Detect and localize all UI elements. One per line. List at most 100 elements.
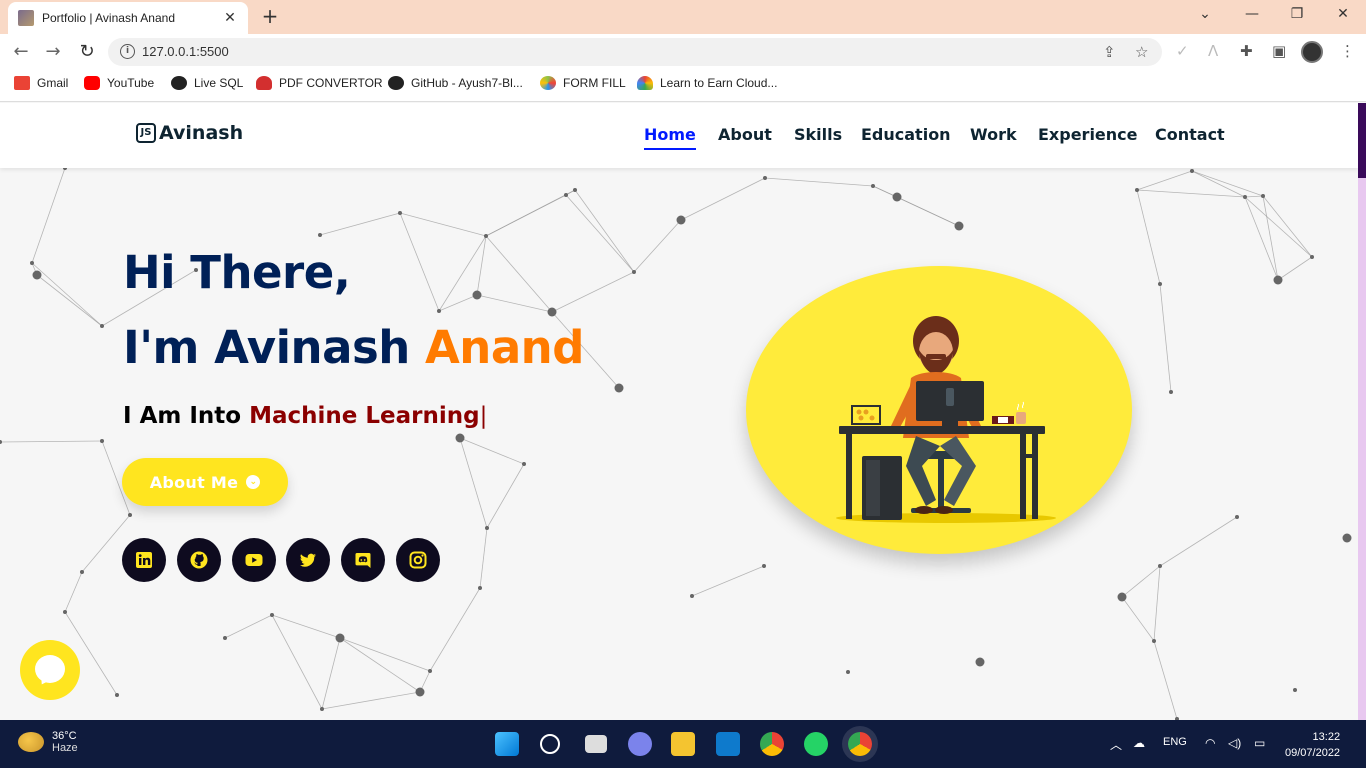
- extension-a-icon[interactable]: Λ: [1208, 42, 1218, 60]
- teams-chat-icon[interactable]: [628, 732, 652, 756]
- network-line: [36, 274, 103, 327]
- network-node: [1169, 390, 1173, 394]
- site-logo[interactable]: JS Avinash: [136, 122, 243, 144]
- network-line: [633, 219, 682, 273]
- github-icon: [388, 76, 404, 90]
- reload-icon[interactable]: ↻: [76, 42, 98, 62]
- network-line: [321, 691, 421, 710]
- browser-tab[interactable]: Portfolio | Avinash Anand ✕: [8, 2, 248, 34]
- typed-text: Machine Learning: [249, 403, 480, 429]
- search-icon[interactable]: [540, 734, 560, 754]
- new-tab-icon[interactable]: +: [258, 6, 282, 26]
- chat-widget-button[interactable]: [20, 640, 80, 700]
- wifi-icon[interactable]: ◠: [1205, 736, 1215, 750]
- volume-icon[interactable]: ◁): [1228, 736, 1241, 750]
- close-tab-icon[interactable]: ✕: [222, 10, 238, 26]
- network-node: [63, 168, 67, 170]
- network-line: [1262, 195, 1313, 258]
- about-me-button[interactable]: About Me ⌄: [122, 458, 288, 506]
- network-node: [1273, 275, 1283, 285]
- extensions-puzzle-icon[interactable]: ✚: [1240, 42, 1253, 60]
- task-view-icon[interactable]: [585, 735, 607, 753]
- nav-contact[interactable]: Contact: [1155, 125, 1225, 144]
- network-node: [522, 462, 526, 466]
- network-line: [476, 294, 553, 313]
- scrollbar-thumb[interactable]: [1358, 103, 1366, 178]
- bookmark-gmail[interactable]: Gmail: [14, 76, 68, 90]
- network-line: [399, 212, 487, 237]
- bookmark-pdf-convertor[interactable]: PDF CONVERTOR: [256, 76, 383, 90]
- page-scrollbar[interactable]: [1358, 103, 1366, 720]
- file-explorer-icon[interactable]: [671, 732, 695, 756]
- nav-about[interactable]: About: [718, 125, 772, 144]
- windows-start-icon[interactable]: [495, 732, 519, 756]
- profile-avatar[interactable]: [1301, 41, 1323, 63]
- chrome-active-icon[interactable]: [848, 732, 872, 756]
- pinwheel-icon: [540, 76, 556, 90]
- network-line: [64, 571, 83, 613]
- menu-kebab-icon[interactable]: ⋮: [1340, 42, 1355, 60]
- close-window-icon[interactable]: ✕: [1328, 6, 1358, 22]
- nav-work[interactable]: Work: [970, 125, 1017, 144]
- google-cloud-icon: [637, 76, 653, 90]
- network-line: [1159, 516, 1238, 567]
- network-node: [1310, 255, 1314, 259]
- network-node: [1190, 169, 1194, 173]
- whatsapp-icon[interactable]: [804, 732, 828, 756]
- bookmark-form-fill[interactable]: FORM FILL: [540, 76, 626, 90]
- network-node: [1235, 515, 1239, 519]
- instagram-link[interactable]: [396, 538, 440, 582]
- tab-search-chevron-icon[interactable]: ⌄: [1190, 6, 1220, 22]
- restore-icon[interactable]: ❐: [1282, 6, 1312, 22]
- twitter-link[interactable]: [286, 538, 330, 582]
- share-icon[interactable]: ⇪: [1103, 43, 1116, 61]
- check-extension-icon[interactable]: ✓: [1176, 42, 1189, 60]
- discord-icon: [355, 553, 371, 568]
- network-line: [1244, 196, 1279, 281]
- bookmark-label: GitHub - Ayush7-Bl...: [411, 76, 523, 90]
- network-line: [486, 463, 525, 529]
- nav-home[interactable]: Home: [644, 125, 696, 150]
- linkedin-icon: [136, 552, 152, 568]
- back-icon[interactable]: ←: [10, 42, 32, 62]
- network-line: [339, 637, 421, 693]
- network-line: [1191, 170, 1264, 197]
- site-info-icon[interactable]: i: [120, 44, 135, 59]
- chrome-icon[interactable]: [760, 732, 784, 756]
- vscode-icon[interactable]: [716, 732, 740, 756]
- youtube-link[interactable]: [232, 538, 276, 582]
- logo-text: Avinash: [159, 122, 244, 144]
- language-indicator[interactable]: ENG: [1163, 736, 1187, 748]
- side-panel-icon[interactable]: ▣: [1272, 42, 1286, 60]
- network-node: [846, 670, 850, 674]
- nav-education[interactable]: Education: [861, 125, 951, 144]
- network-node: [547, 307, 557, 317]
- address-bar[interactable]: i 127.0.0.1:5500 ⇪ ☆: [108, 38, 1162, 66]
- network-line: [691, 565, 765, 597]
- network-node: [100, 324, 104, 328]
- nav-skills[interactable]: Skills: [794, 125, 842, 144]
- network-line: [1244, 195, 1264, 198]
- discord-link[interactable]: [341, 538, 385, 582]
- forward-icon[interactable]: →: [42, 42, 64, 62]
- bookmark-learn-to-earn[interactable]: Learn to Earn Cloud...: [637, 76, 777, 90]
- onedrive-cloud-icon[interactable]: ☁: [1133, 736, 1145, 750]
- network-line: [680, 177, 766, 221]
- network-node: [1293, 688, 1297, 692]
- weather-widget[interactable]: 36°C Haze: [18, 730, 78, 754]
- network-line: [224, 614, 273, 639]
- battery-icon[interactable]: ▭: [1254, 736, 1265, 750]
- nav-experience[interactable]: Experience: [1038, 125, 1138, 144]
- bookmark-live-sql[interactable]: Live SQL: [171, 76, 243, 90]
- system-clock[interactable]: 13:22 09/07/2022: [1285, 729, 1340, 761]
- minimize-icon[interactable]: —: [1237, 6, 1267, 22]
- bookmark-github[interactable]: GitHub - Ayush7-Bl...: [388, 76, 523, 90]
- url-text[interactable]: 127.0.0.1:5500: [142, 44, 229, 59]
- network-node: [1152, 639, 1156, 643]
- hidden-icons-chevron-icon[interactable]: ︿: [1110, 736, 1122, 753]
- linkedin-link[interactable]: [122, 538, 166, 582]
- github-link[interactable]: [177, 538, 221, 582]
- bookmark-star-icon[interactable]: ☆: [1135, 43, 1148, 61]
- hero-greeting: Hi There,: [123, 246, 351, 299]
- bookmark-youtube[interactable]: YouTube: [84, 76, 154, 90]
